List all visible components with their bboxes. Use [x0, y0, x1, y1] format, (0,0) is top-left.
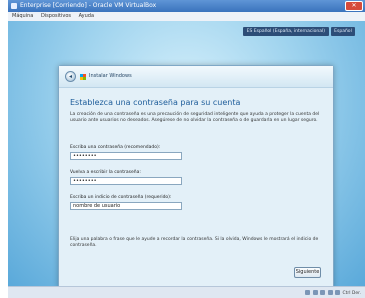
hdd-icon[interactable]: [305, 290, 311, 295]
password-label: Escriba una contraseña (recomendado):: [70, 145, 161, 150]
dialog-title: Instalar Windows: [89, 73, 132, 79]
vm-menubar: Máquina Dispositivos Ayuda: [8, 12, 365, 21]
dialog-header: ◂ Instalar Windows: [59, 66, 333, 88]
description-text: La creación de una contraseña es una pre…: [70, 112, 320, 123]
language-bar[interactable]: ES Español (España, internacional): [242, 27, 329, 36]
vm-statusbar: Ctrl Der.: [8, 286, 365, 298]
usb-icon[interactable]: [320, 290, 326, 295]
windows-logo-icon: [80, 74, 86, 80]
hint-label: Escriba un indicio de contraseña (requer…: [70, 195, 172, 200]
status-icons: Ctrl Der.: [305, 290, 361, 296]
setup-dialog: ◂ Instalar Windows Establezca una contra…: [58, 65, 334, 289]
vm-titlebar: Enterprise [Corriendo] - Oracle VM Virtu…: [8, 0, 365, 12]
back-button[interactable]: ◂: [65, 71, 76, 82]
page-heading: Establezca una contraseña para su cuenta: [70, 98, 241, 107]
close-button[interactable]: ✕: [345, 1, 363, 11]
help-text: Elija una palabra o frase que le ayude a…: [70, 237, 319, 248]
hint-input[interactable]: nombre de usuario: [70, 202, 182, 210]
host-key-label: Ctrl Der.: [342, 291, 361, 296]
guest-screen: ES Español (España, internacional) Españ…: [8, 21, 365, 289]
language-button[interactable]: Español: [331, 27, 355, 36]
confirm-password-label: Vuelva a escribir la contraseña:: [70, 170, 141, 175]
confirm-password-input[interactable]: ••••••••: [70, 177, 182, 185]
virtualbox-window: Enterprise [Corriendo] - Oracle VM Virtu…: [8, 0, 365, 298]
menu-maquina[interactable]: Máquina: [12, 13, 33, 19]
menu-dispositivos[interactable]: Dispositivos: [41, 13, 71, 19]
cd-icon[interactable]: [312, 290, 318, 295]
menu-ayuda[interactable]: Ayuda: [79, 13, 94, 19]
next-button[interactable]: Siguiente: [294, 267, 321, 278]
network-icon[interactable]: [327, 290, 333, 295]
vm-title: Enterprise [Corriendo] - Oracle VM Virtu…: [20, 2, 157, 9]
shared-folder-icon[interactable]: [335, 290, 341, 295]
virtualbox-icon: [11, 3, 17, 9]
password-input[interactable]: ••••••••: [70, 152, 182, 160]
